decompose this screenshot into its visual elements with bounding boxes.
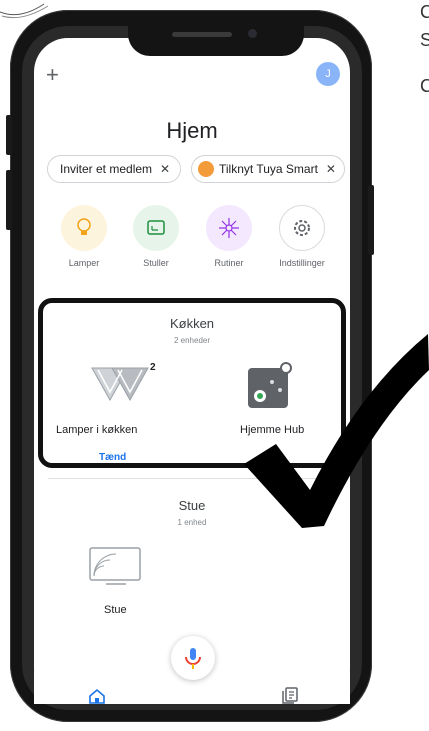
edge-text-3: C bbox=[420, 76, 429, 96]
close-icon[interactable]: ✕ bbox=[160, 162, 170, 176]
edge-text-1: C bbox=[420, 2, 429, 22]
front-camera bbox=[248, 29, 257, 38]
chip-label: Tilknyt Tuya Smart bbox=[219, 162, 318, 176]
checkmark-overlay bbox=[244, 334, 429, 528]
lights-label: Lamper bbox=[68, 258, 100, 268]
link-tuya-chip[interactable]: Tilknyt Tuya Smart ✕ bbox=[191, 155, 345, 183]
device-label-living: Stue bbox=[104, 604, 127, 616]
side-button-right bbox=[368, 185, 374, 255]
chip-label: Inviter et medlem bbox=[60, 162, 153, 176]
side-button-left-1 bbox=[6, 115, 12, 155]
assistant-mic-button[interactable] bbox=[171, 636, 215, 680]
avatar[interactable]: J bbox=[316, 62, 340, 86]
tv-device-icon[interactable] bbox=[88, 546, 144, 586]
settings-action[interactable] bbox=[279, 205, 325, 251]
microphone-icon bbox=[185, 648, 201, 669]
phone-notch bbox=[128, 24, 304, 56]
gear-icon bbox=[294, 220, 310, 236]
routines-label: Rutiner bbox=[214, 258, 244, 268]
close-icon[interactable]: ✕ bbox=[326, 162, 336, 176]
home-tab-icon[interactable] bbox=[88, 688, 106, 704]
edge-text-2: S bbox=[420, 30, 429, 50]
feed-tab-icon[interactable] bbox=[281, 686, 299, 704]
invite-member-chip[interactable]: Inviter et medlem ✕ bbox=[47, 155, 182, 183]
cast-action[interactable] bbox=[133, 205, 179, 251]
cast-icon bbox=[147, 220, 165, 235]
bulb-icon bbox=[77, 218, 91, 235]
cast-label: Stuller bbox=[143, 258, 169, 268]
routines-action[interactable] bbox=[206, 205, 252, 251]
page-title: Hjem bbox=[166, 118, 218, 143]
tuya-icon bbox=[198, 160, 214, 177]
add-button[interactable]: + bbox=[46, 64, 59, 86]
side-button-left-2 bbox=[6, 170, 12, 230]
speaker-grille bbox=[172, 32, 232, 37]
lights-action[interactable] bbox=[61, 205, 107, 251]
settings-label: Indstillinger bbox=[279, 258, 325, 268]
sparkle-icon bbox=[219, 218, 239, 238]
